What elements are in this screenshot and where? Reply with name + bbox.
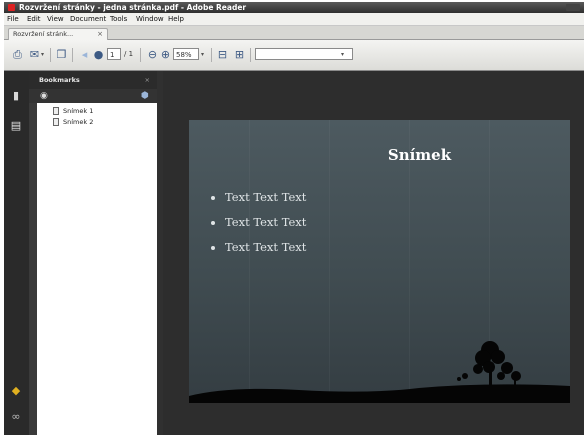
zoom-dropdown-icon[interactable]: ▾ xyxy=(201,48,207,61)
toolbar-separator xyxy=(250,48,251,62)
pages-panel-icon[interactable]: ▮ xyxy=(10,89,22,103)
hill-silhouette xyxy=(189,384,570,403)
find-dropdown-icon[interactable]: ▾ xyxy=(341,48,349,61)
menu-document[interactable]: Document xyxy=(70,14,106,24)
document-view[interactable]: Snímek Text Text Text Text Text Text Tex… xyxy=(163,71,584,435)
prev-page-icon[interactable]: ◂ xyxy=(78,48,91,61)
menu-bar: File Edit View Document Tools Window Hel… xyxy=(4,13,584,26)
link-icon[interactable]: ∞ xyxy=(10,410,22,424)
print-icon[interactable]: ⎙ xyxy=(11,48,24,61)
bookmarks-panel-icon[interactable]: ▤ xyxy=(10,119,22,133)
bookmark-label: Snímek 2 xyxy=(63,118,94,126)
title-bar: Rozvržení stránky - jedna stránka.pdf - … xyxy=(4,2,584,13)
window-title: Rozvržení stránky - jedna stránka.pdf - … xyxy=(19,3,247,12)
bookmark-icon xyxy=(53,118,59,126)
bookmarks-panel-title: Bookmarks xyxy=(39,76,80,84)
menu-edit[interactable]: Edit xyxy=(27,14,41,24)
document-tab-label: Rozvržení stránk... xyxy=(13,30,74,38)
toolbar-separator xyxy=(72,48,73,62)
bookmarks-list: Snímek 1 Snímek 2 xyxy=(37,103,157,435)
fit-page-icon[interactable]: ⊟ xyxy=(216,48,229,61)
bookmarks-panel: Bookmarks × ◉ ⬢ Snímek 1 Snímek 2 xyxy=(29,71,157,435)
navigation-pane-strip: ▮ ▤ ◆ ∞ xyxy=(4,71,29,435)
options-menu-icon[interactable]: ◉ xyxy=(40,91,52,101)
pages-icon[interactable]: ❐ xyxy=(55,48,68,61)
bookmark-icon xyxy=(53,107,59,115)
tab-close-icon[interactable]: × xyxy=(97,29,103,40)
fit-width-icon[interactable]: ⊞ xyxy=(233,48,246,61)
menu-view[interactable]: View xyxy=(47,14,64,24)
reader-window: Rozvržení stránky - jedna stránka.pdf - … xyxy=(4,2,584,435)
document-tab-bar: Rozvržení stránk... × xyxy=(4,26,584,40)
email-icon[interactable]: ✉ xyxy=(28,48,41,61)
zoom-field[interactable]: 58% xyxy=(173,48,199,60)
page-total: / 1 xyxy=(124,50,134,58)
expand-bookmark-icon[interactable]: ⬢ xyxy=(141,91,151,101)
toolbar-separator xyxy=(50,48,51,62)
slide-page: Snímek Text Text Text Text Text Text Tex… xyxy=(189,120,570,403)
zoom-out-icon[interactable]: ⊖ xyxy=(146,48,159,61)
email-dropdown-icon[interactable]: ▾ xyxy=(41,48,47,61)
next-page-icon[interactable]: ● xyxy=(92,48,105,61)
bookmarks-panel-header: Bookmarks × xyxy=(29,71,157,89)
bookmark-label: Snímek 1 xyxy=(63,107,94,115)
menu-tools[interactable]: Tools xyxy=(110,14,127,24)
main-toolbar: ⎙ ✉ ▾ ❐ ◂ ● 1 / 1 ⊖ ⊕ 58% ▾ ⊟ ⊞ ▾ xyxy=(4,40,584,71)
page-number-field[interactable]: 1 xyxy=(107,48,121,60)
find-field[interactable] xyxy=(255,48,353,60)
zoom-in-icon[interactable]: ⊕ xyxy=(159,48,172,61)
slide-landscape-art xyxy=(189,341,570,403)
window-controls[interactable] xyxy=(566,4,580,11)
attachments-icon[interactable]: ◆ xyxy=(10,384,22,398)
document-tab[interactable]: Rozvržení stránk... × xyxy=(8,28,108,40)
adobe-reader-icon xyxy=(8,4,15,11)
toolbar-separator xyxy=(211,48,212,62)
menu-window[interactable]: Window xyxy=(136,14,164,24)
menu-file[interactable]: File xyxy=(7,14,19,24)
bookmarks-options-bar: ◉ ⬢ xyxy=(29,89,157,103)
menu-help[interactable]: Help xyxy=(168,14,184,24)
panel-close-icon[interactable]: × xyxy=(145,71,150,89)
toolbar-separator xyxy=(140,48,141,62)
tree-silhouette xyxy=(457,341,521,388)
